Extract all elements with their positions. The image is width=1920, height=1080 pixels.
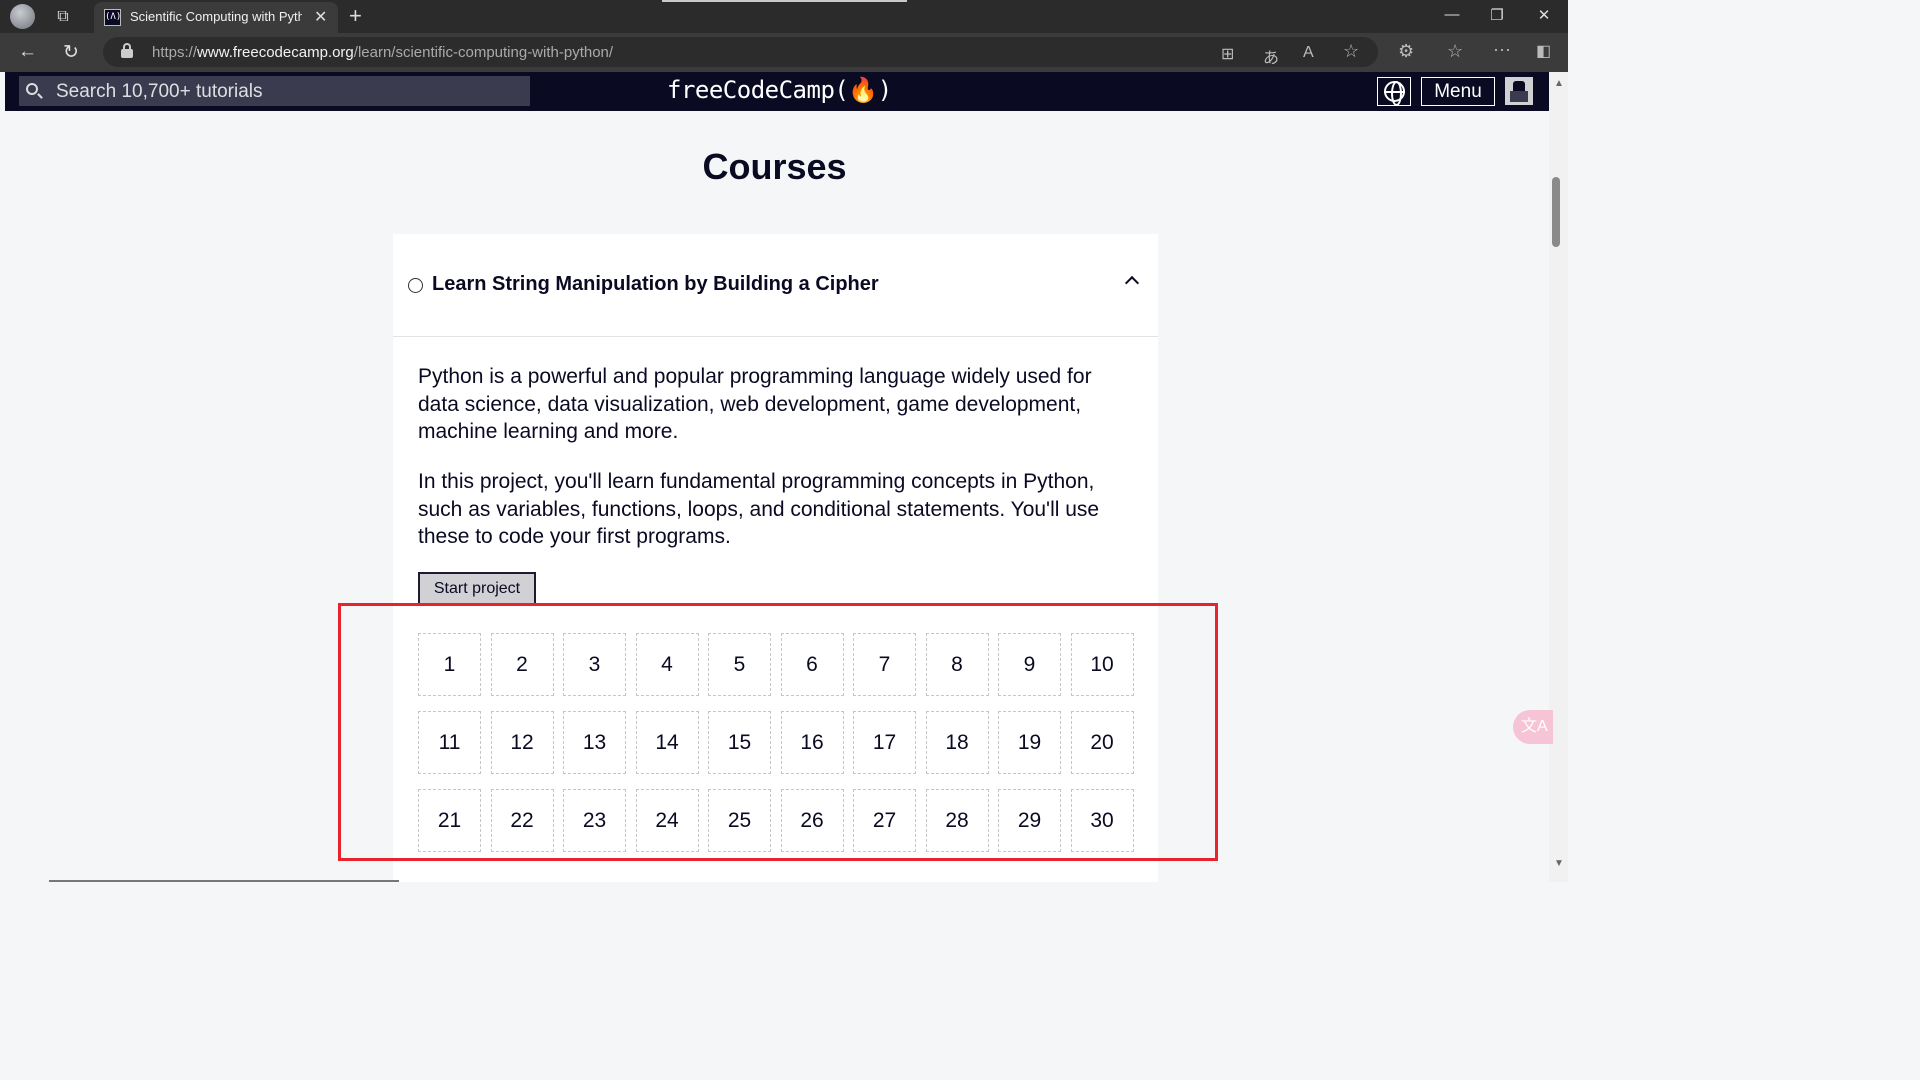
browser-tab[interactable]: (Λ) Scientific Computing with Python ✕ (94, 2, 338, 33)
new-tab-button[interactable]: + (349, 3, 362, 29)
completion-radio-icon (408, 278, 423, 293)
window-close-icon[interactable]: ✕ (1534, 6, 1554, 24)
favorite-star-icon[interactable]: ☆ (1343, 41, 1359, 62)
course-header[interactable]: Learn String Manipulation by Building a … (393, 234, 1158, 337)
restore-icon[interactable]: ❐ (1487, 6, 1507, 24)
app-available-icon[interactable]: ⊞ (1221, 44, 1234, 64)
course-description-2: In this project, you'll learn fundamenta… (418, 470, 1100, 548)
user-avatar[interactable] (1505, 77, 1533, 105)
sidebar-toggle-icon[interactable]: ◧ (1536, 41, 1551, 61)
read-aloud-icon[interactable]: A (1303, 44, 1314, 62)
browser-toolbar: ← ↻ https://www.freecodecamp.org/learn/s… (0, 33, 1568, 72)
back-arrow-icon[interactable]: ← (18, 41, 37, 63)
chevron-up-icon[interactable] (1124, 275, 1140, 291)
menu-button[interactable]: Menu (1421, 77, 1495, 106)
url-text[interactable]: https://www.freecodecamp.org/learn/scien… (152, 44, 613, 61)
profile-avatar-icon[interactable] (10, 4, 35, 29)
scroll-thumb[interactable] (1552, 177, 1560, 247)
address-bar[interactable]: https://www.freecodecamp.org/learn/scien… (103, 37, 1378, 67)
site-navbar: Search 10,700+ tutorials freeCodeCamp(🔥)… (5, 72, 1549, 111)
scroll-up-arrow-icon[interactable]: ▲ (1554, 78, 1564, 89)
tab-actions-icon[interactable]: ⧉ (52, 6, 74, 28)
scroll-down-arrow-icon[interactable]: ▼ (1554, 858, 1564, 869)
globe-icon (1384, 81, 1405, 106)
lock-icon[interactable] (121, 43, 133, 58)
refresh-icon[interactable]: ↻ (63, 41, 79, 64)
site-logo[interactable]: freeCodeCamp(🔥) (667, 76, 892, 104)
search-input[interactable]: Search 10,700+ tutorials (19, 76, 530, 106)
page-scrollbar[interactable]: ▲ ▼ (1549, 72, 1568, 882)
course-title[interactable]: Learn String Manipulation by Building a … (432, 273, 879, 296)
horizontal-scroll-indicator (49, 880, 399, 882)
page-title: Courses (702, 146, 847, 187)
translate-page-icon[interactable]: あ (1263, 44, 1279, 68)
search-placeholder: Search 10,700+ tutorials (56, 81, 263, 102)
translate-float-icon[interactable]: 文A (1513, 710, 1553, 744)
minimize-icon[interactable]: — (1442, 6, 1462, 23)
favorites-icon[interactable]: ☆ (1447, 41, 1463, 62)
more-options-icon[interactable]: ··· (1493, 39, 1511, 60)
highlight-box (338, 603, 1218, 861)
start-project-button[interactable]: Start project (418, 572, 536, 605)
tab-title: Scientific Computing with Python (130, 9, 302, 24)
browser-tab-strip: ⧉ (Λ) Scientific Computing with Python ✕… (0, 0, 1568, 33)
page-load-indicator (662, 0, 907, 2)
course-description-1: Python is a powerful and popular program… (418, 365, 1092, 443)
search-icon (26, 83, 38, 95)
language-globe-button[interactable] (1377, 77, 1411, 106)
tab-close-icon[interactable]: ✕ (314, 7, 327, 27)
extensions-icon[interactable]: ⚙ (1398, 41, 1414, 62)
freecodecamp-favicon-icon: (Λ) (104, 9, 121, 26)
